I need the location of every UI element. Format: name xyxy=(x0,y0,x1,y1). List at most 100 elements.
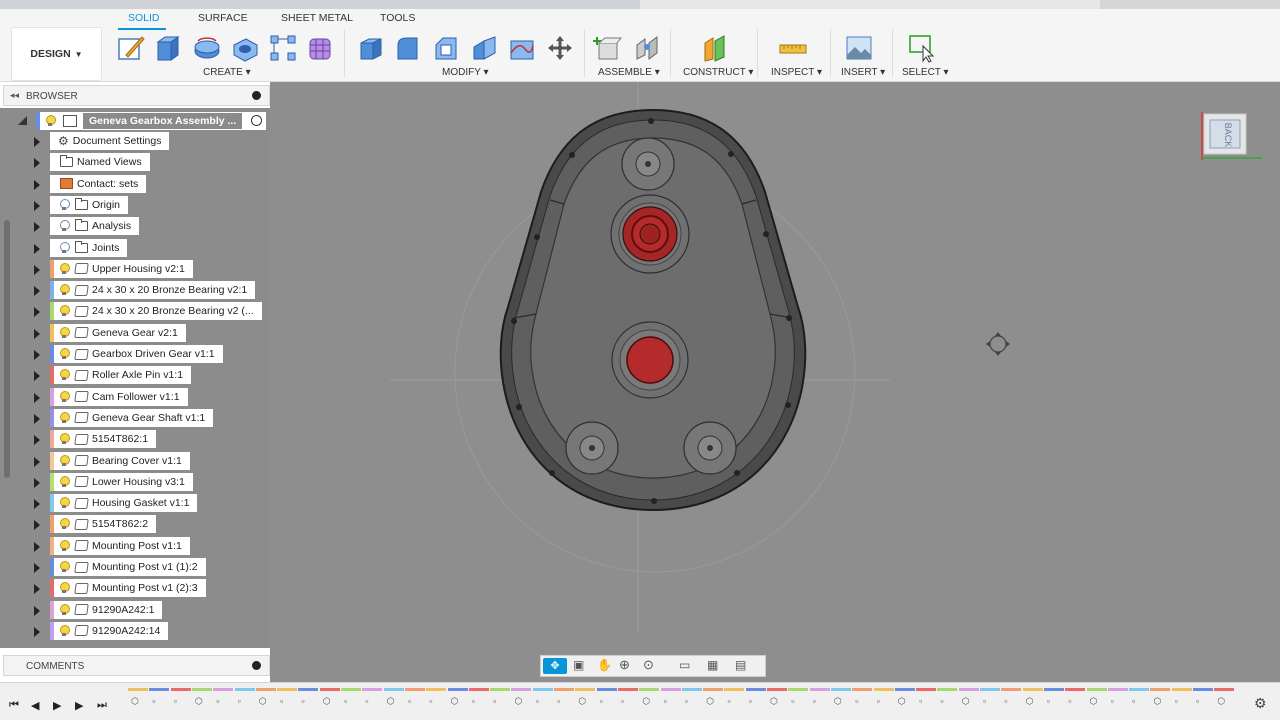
title-tab-left[interactable] xyxy=(0,0,640,9)
browser-row[interactable]: 24 x 30 x 20 Bronze Bearing v2 (... xyxy=(0,301,270,322)
browser-item[interactable]: Roller Axle Pin v1:1 xyxy=(50,366,192,385)
browser-pin-icon[interactable] xyxy=(252,91,261,100)
timeline-feature[interactable] xyxy=(1065,688,1086,691)
timeline-feature[interactable] xyxy=(341,688,361,691)
construct-menu[interactable]: CONSTRUCT ▾ xyxy=(683,67,753,78)
timeline-feature[interactable] xyxy=(149,688,170,691)
visibility-bulb-icon[interactable] xyxy=(59,603,70,616)
timeline-feature[interactable] xyxy=(894,688,915,691)
timeline-feature-icon[interactable]: ⬡ xyxy=(323,696,331,707)
timeline-feature-icon[interactable]: ▫ xyxy=(621,696,624,706)
timeline-feature-icon[interactable]: ▫ xyxy=(365,696,368,706)
lower-bearing[interactable] xyxy=(611,321,689,399)
browser-item[interactable]: 5154T862:1 xyxy=(50,430,157,449)
split-body-icon[interactable] xyxy=(507,33,537,63)
expand-arrow-icon[interactable] xyxy=(34,456,40,467)
timeline-feature[interactable] xyxy=(809,688,830,691)
browser-item[interactable]: Mounting Post v1 (1):2 xyxy=(50,558,206,576)
timeline-settings-gear-icon[interactable]: ⚙ xyxy=(1254,695,1267,712)
browser-row[interactable]: 5154T862:1 xyxy=(0,429,270,450)
root-component[interactable]: Geneva Gearbox Assembly ... xyxy=(36,112,266,130)
viewports-icon[interactable]: ▤ xyxy=(735,658,746,672)
browser-row[interactable]: ⚙ Document Settings xyxy=(0,131,270,152)
timeline-feature[interactable] xyxy=(575,688,596,691)
grid-icon[interactable]: ▦ xyxy=(707,658,718,672)
timeline-feature-icon[interactable]: ▫ xyxy=(600,696,603,706)
visibility-bulb-icon[interactable] xyxy=(59,220,70,232)
timeline-feature[interactable] xyxy=(873,688,894,691)
browser-row[interactable]: Roller Axle Pin v1:1 xyxy=(0,365,270,386)
visibility-bulb-icon[interactable] xyxy=(59,262,70,275)
comments-panel[interactable]: COMMENTS xyxy=(3,655,270,676)
timeline-feature-icon[interactable]: ⬡ xyxy=(962,696,970,707)
visibility-bulb-icon[interactable] xyxy=(59,518,70,530)
browser-row[interactable]: Bearing Cover v1:1 xyxy=(0,451,270,472)
select-icon[interactable] xyxy=(907,33,937,63)
expand-arrow-icon[interactable] xyxy=(34,222,40,233)
expand-arrow-icon[interactable] xyxy=(34,137,40,147)
timeline-feature[interactable] xyxy=(191,688,212,691)
timeline-feature[interactable] xyxy=(745,688,766,691)
model-canvas[interactable]: BACK xyxy=(270,82,1280,682)
expand-arrow-icon[interactable] xyxy=(34,499,40,510)
activate-radio-icon[interactable] xyxy=(251,115,262,126)
timeline-feature[interactable] xyxy=(1150,688,1171,691)
timeline-feature-icon[interactable]: ▫ xyxy=(749,696,752,706)
chamfer-icon[interactable] xyxy=(431,33,461,63)
timeline-feature-icon[interactable]: ▫ xyxy=(1047,696,1050,706)
visibility-bulb-icon[interactable] xyxy=(59,305,70,317)
browser-item[interactable]: Cam Follower v1:1 xyxy=(50,387,188,406)
timeline-feature[interactable] xyxy=(830,688,851,691)
timeline-feature-icon[interactable]: ▫ xyxy=(919,696,922,706)
timeline-feature[interactable] xyxy=(468,688,489,691)
timeline-feature[interactable] xyxy=(660,688,681,691)
timeline-feature[interactable] xyxy=(1001,688,1022,691)
timeline-feature-icon[interactable]: ▫ xyxy=(855,696,858,706)
inspect-menu[interactable]: INSPECT ▾ xyxy=(771,67,822,78)
timeline-feature-icon[interactable]: ▫ xyxy=(152,696,155,706)
timeline-feature-icon[interactable]: ⬡ xyxy=(1090,696,1098,707)
visibility-bulb-icon[interactable] xyxy=(59,241,70,254)
expand-arrow-icon[interactable] xyxy=(34,307,40,318)
expand-arrow-icon[interactable] xyxy=(34,264,40,275)
browser-row[interactable]: Named Views xyxy=(0,152,270,173)
timeline-feature-icon[interactable]: ▫ xyxy=(791,696,794,706)
timeline-feature-icon[interactable]: ⬡ xyxy=(1153,696,1161,707)
visibility-bulb-icon[interactable] xyxy=(59,561,70,573)
timeline-feature-icon[interactable]: ⬡ xyxy=(770,696,778,707)
timeline-feature-icon[interactable]: ⬡ xyxy=(131,696,139,707)
browser-item[interactable]: Lower Housing v3:1 xyxy=(50,472,193,491)
timeline-feature[interactable] xyxy=(703,688,724,691)
timeline-feature[interactable] xyxy=(383,688,404,691)
fit-icon[interactable]: ⊙ xyxy=(643,657,654,673)
mounting-post-right[interactable] xyxy=(683,421,737,475)
timeline-feature-icon[interactable]: ⬡ xyxy=(642,696,650,707)
timeline-feature-icon[interactable]: ▫ xyxy=(1004,696,1007,706)
zoom-icon[interactable]: ⊕ xyxy=(619,657,630,673)
hole-icon[interactable] xyxy=(230,33,260,63)
timeline-feature-icon[interactable]: ▫ xyxy=(1132,696,1135,706)
timeline-feature-icon[interactable]: ▫ xyxy=(1196,696,1199,706)
browser-row[interactable]: 91290A242:14 xyxy=(0,621,270,642)
timeline-feature-icon[interactable]: ⬡ xyxy=(898,696,906,707)
timeline-feature[interactable] xyxy=(1022,688,1043,691)
browser-item[interactable]: Analysis xyxy=(50,217,140,236)
expand-arrow-icon[interactable] xyxy=(34,200,40,211)
browser-item[interactable]: Contact: sets xyxy=(50,174,147,193)
timeline-feature[interactable] xyxy=(681,688,702,691)
offset-plane-icon[interactable] xyxy=(700,33,730,63)
timeline-feature[interactable] xyxy=(767,688,787,691)
browser-row[interactable]: Lower Housing v3:1 xyxy=(0,472,270,493)
timeline-feature-icon[interactable]: ▫ xyxy=(557,696,560,706)
browser-item[interactable]: 91290A242:1 xyxy=(50,600,163,619)
timeline-feature-icon[interactable]: ⬡ xyxy=(387,696,395,707)
create-menu[interactable]: CREATE ▾ xyxy=(203,67,251,78)
fillet-icon[interactable] xyxy=(393,33,423,63)
browser-item[interactable]: 24 x 30 x 20 Bronze Bearing v2:1 xyxy=(50,281,256,300)
expand-arrow-icon[interactable] xyxy=(34,541,40,552)
upper-boss[interactable] xyxy=(621,137,675,191)
timeline-feature-icon[interactable]: ▫ xyxy=(429,696,432,706)
create-sketch-icon[interactable] xyxy=(116,33,146,63)
timeline-feature[interactable] xyxy=(980,688,1000,691)
timeline-feature[interactable] xyxy=(490,688,511,691)
